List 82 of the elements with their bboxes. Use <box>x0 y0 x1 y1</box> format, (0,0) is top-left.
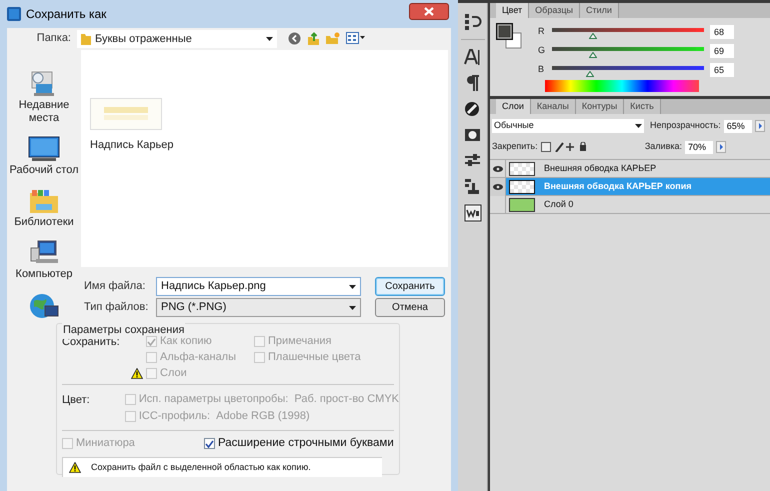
places-item[interactable]: Рабочий стол <box>9 164 79 177</box>
panel-tab[interactable]: Кисть <box>624 99 661 114</box>
layer-name: Внешняя обводка КАРЬЕР копия <box>544 180 692 193</box>
value-field[interactable]: 69 <box>710 44 734 58</box>
opacity-field[interactable]: 65% <box>724 120 752 132</box>
file-thumbnail <box>90 98 162 130</box>
cancel-button[interactable]: Отмена <box>375 298 445 317</box>
panel-tab[interactable]: Каналы <box>530 99 576 114</box>
close-button[interactable] <box>409 2 449 20</box>
warning-icon <box>131 368 143 379</box>
filename-field[interactable]: Надпись Карьер.png <box>156 277 361 296</box>
places-item[interactable]: Компьютер <box>9 268 79 281</box>
layer-thumbnail <box>509 198 535 212</box>
warning-icon <box>69 462 81 473</box>
panel-tab[interactable]: Образцы <box>529 3 580 18</box>
folder-up-icon <box>307 32 320 44</box>
window-title: Сохранить как <box>26 6 106 23</box>
value-field[interactable]: 65 <box>710 63 734 77</box>
field-label: Цвет: <box>62 393 91 408</box>
checkbox-option: ICC-профиль: Adobe RGB (1998) <box>124 409 399 424</box>
file-name[interactable]: Надпись Карьер <box>90 137 174 154</box>
field-label: Заливка: <box>644 140 682 154</box>
checkbox-option: Миниатюра <box>62 436 204 451</box>
field-label: Сохранить: <box>62 336 121 350</box>
message-text: Сохранить файл с выделенной областью как копию. <box>91 460 311 474</box>
monitor-icon <box>28 135 60 163</box>
save-button[interactable]: Сохранить <box>375 277 445 296</box>
panel-tab[interactable]: Контуры <box>576 99 624 114</box>
globe-icon <box>28 291 60 319</box>
channel-label: B <box>538 63 546 76</box>
checkbox-option: Примечания <box>254 334 394 349</box>
field-label: Тип файлов: <box>83 300 150 316</box>
library-folder-icon <box>28 187 60 215</box>
mask-icon[interactable] <box>464 126 482 144</box>
back-icon <box>288 32 301 44</box>
eye-icon[interactable] <box>492 166 502 172</box>
folder-icon <box>81 33 91 45</box>
mini-bridge-icon[interactable] <box>464 204 482 222</box>
new-folder-icon <box>326 32 340 44</box>
layer-row[interactable]: Слой 0 <box>490 196 770 214</box>
fill-field[interactable]: 70% <box>685 140 713 154</box>
checkbox-option: Исп. параметры цветопробы: Раб. прост-во CMYK <box>124 392 399 407</box>
channel-label: G <box>538 44 546 58</box>
caret-icon <box>266 37 273 41</box>
brush-preset-icon[interactable] <box>464 100 482 118</box>
caret-icon <box>349 284 356 288</box>
character-icon[interactable] <box>464 48 482 66</box>
checkbox-option[interactable]: Расширение строчными буквами <box>204 436 394 451</box>
close-icon <box>424 6 434 16</box>
eye-icon[interactable] <box>492 184 502 190</box>
checkbox-option: Плашечные цвета <box>254 350 394 365</box>
filetype-dropdown[interactable]: PNG (*.PNG) <box>156 298 361 317</box>
value-field[interactable]: 68 <box>710 25 734 39</box>
checkbox-option: Слои <box>146 366 254 381</box>
panel-tab[interactable]: Слои <box>496 99 531 114</box>
panel-tab[interactable]: Стили <box>580 3 619 18</box>
layer-thumbnail <box>509 180 535 194</box>
panel-tab[interactable]: Цвет <box>496 3 530 18</box>
color-swatch <box>496 23 522 50</box>
folder-dropdown[interactable]: Буквы отраженные <box>77 30 277 48</box>
history-icon[interactable] <box>464 13 482 31</box>
check-icon <box>205 440 214 448</box>
field-label: Закрепить: <box>492 140 538 154</box>
checkbox-option: Альфа-каналы <box>146 350 254 365</box>
clone-source-icon[interactable] <box>464 178 482 196</box>
field-label: Непрозрачность: <box>650 119 721 132</box>
app-icon <box>7 7 21 21</box>
layer-name: Слой 0 <box>544 198 574 211</box>
checkbox[interactable] <box>204 438 215 449</box>
color-spectrum[interactable] <box>545 80 699 92</box>
caret-icon <box>349 306 356 310</box>
layer-row[interactable]: Внешняя обводка КАРЬЕР <box>490 160 770 178</box>
layer-name: Внешняя обводка КАРЬЕР <box>544 162 656 175</box>
field-label: Имя файла: <box>83 279 146 294</box>
places-item[interactable]: Недавние места <box>9 99 79 125</box>
layer-thumbnail <box>509 162 535 176</box>
blend-mode-dropdown[interactable]: Обычные <box>492 119 644 133</box>
places-item[interactable]: Библиотеки <box>9 216 79 229</box>
channel-label: R <box>538 25 546 38</box>
view-menu-icon <box>346 32 366 44</box>
field-label: Папка: <box>36 30 72 46</box>
caret-icon <box>635 124 642 128</box>
